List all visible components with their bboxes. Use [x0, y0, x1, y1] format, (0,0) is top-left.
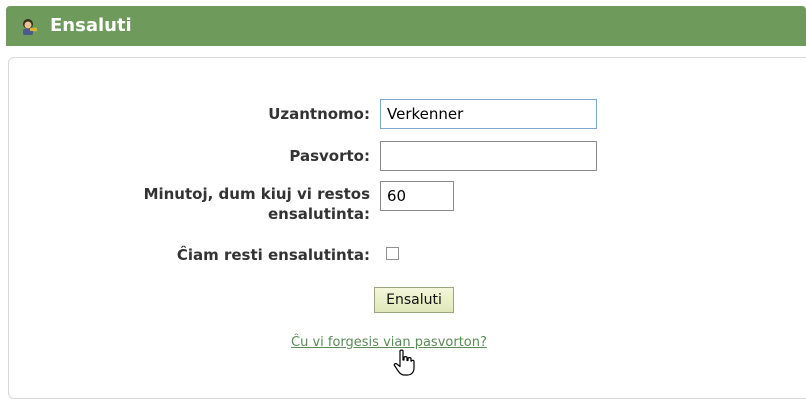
user-key-icon — [18, 17, 38, 37]
password-label: Pasvorto: — [289, 147, 370, 165]
hand-pointer-icon — [392, 349, 416, 377]
password-field[interactable] — [380, 141, 597, 171]
minutes-label-line1: Minutoj, dum kiuj vi restos — [143, 185, 370, 203]
forgot-password-link[interactable]: Ĉu vi forgesis vian pasvorton? — [291, 335, 487, 350]
minutes-field[interactable] — [380, 181, 454, 211]
minutes-label: Minutoj, dum kiuj vi restos ensalutinta: — [144, 184, 370, 224]
minutes-label-line2: ensalutinta: — [267, 205, 370, 223]
login-header: Ensaluti — [6, 6, 806, 46]
remember-checkbox[interactable] — [386, 247, 399, 260]
login-button[interactable]: Ensaluti — [374, 287, 454, 313]
remember-label: Ĉiam resti ensalutinta: — [176, 246, 370, 264]
username-field[interactable] — [380, 99, 597, 129]
username-label: Uzantnomo: — [268, 105, 370, 123]
page-title: Ensaluti — [50, 15, 132, 36]
